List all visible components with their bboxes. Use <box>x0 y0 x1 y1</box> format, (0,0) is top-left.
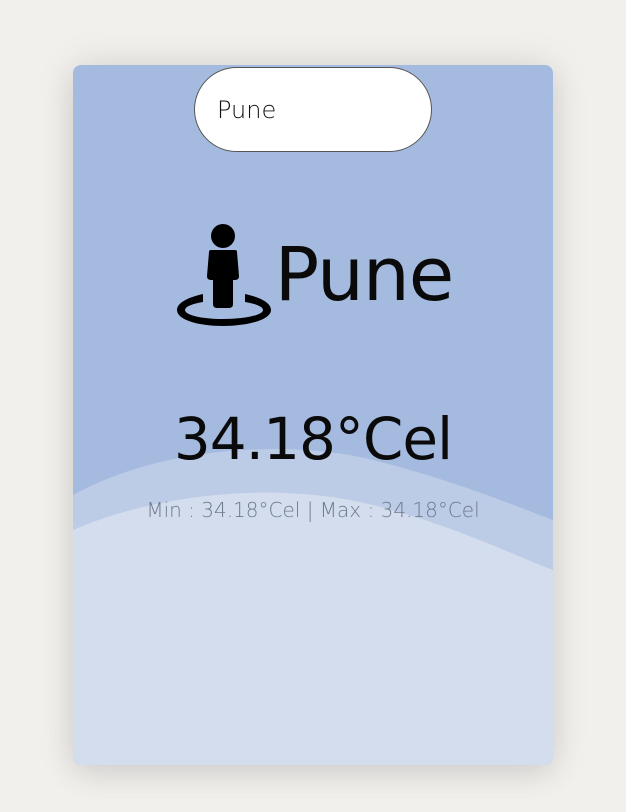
current-temperature: 34.18°Cel <box>173 405 453 473</box>
min-max-temperature: Min : 34.18°Cel | Max : 34.18°Cel <box>146 498 480 522</box>
street-view-icon <box>176 224 271 326</box>
city-search-input[interactable] <box>194 67 432 152</box>
weather-card: Pune 34.18°Cel Min : 34.18°Cel | Max : 3… <box>73 65 553 765</box>
location-header: Pune <box>73 220 553 330</box>
city-name: Pune <box>274 232 455 318</box>
